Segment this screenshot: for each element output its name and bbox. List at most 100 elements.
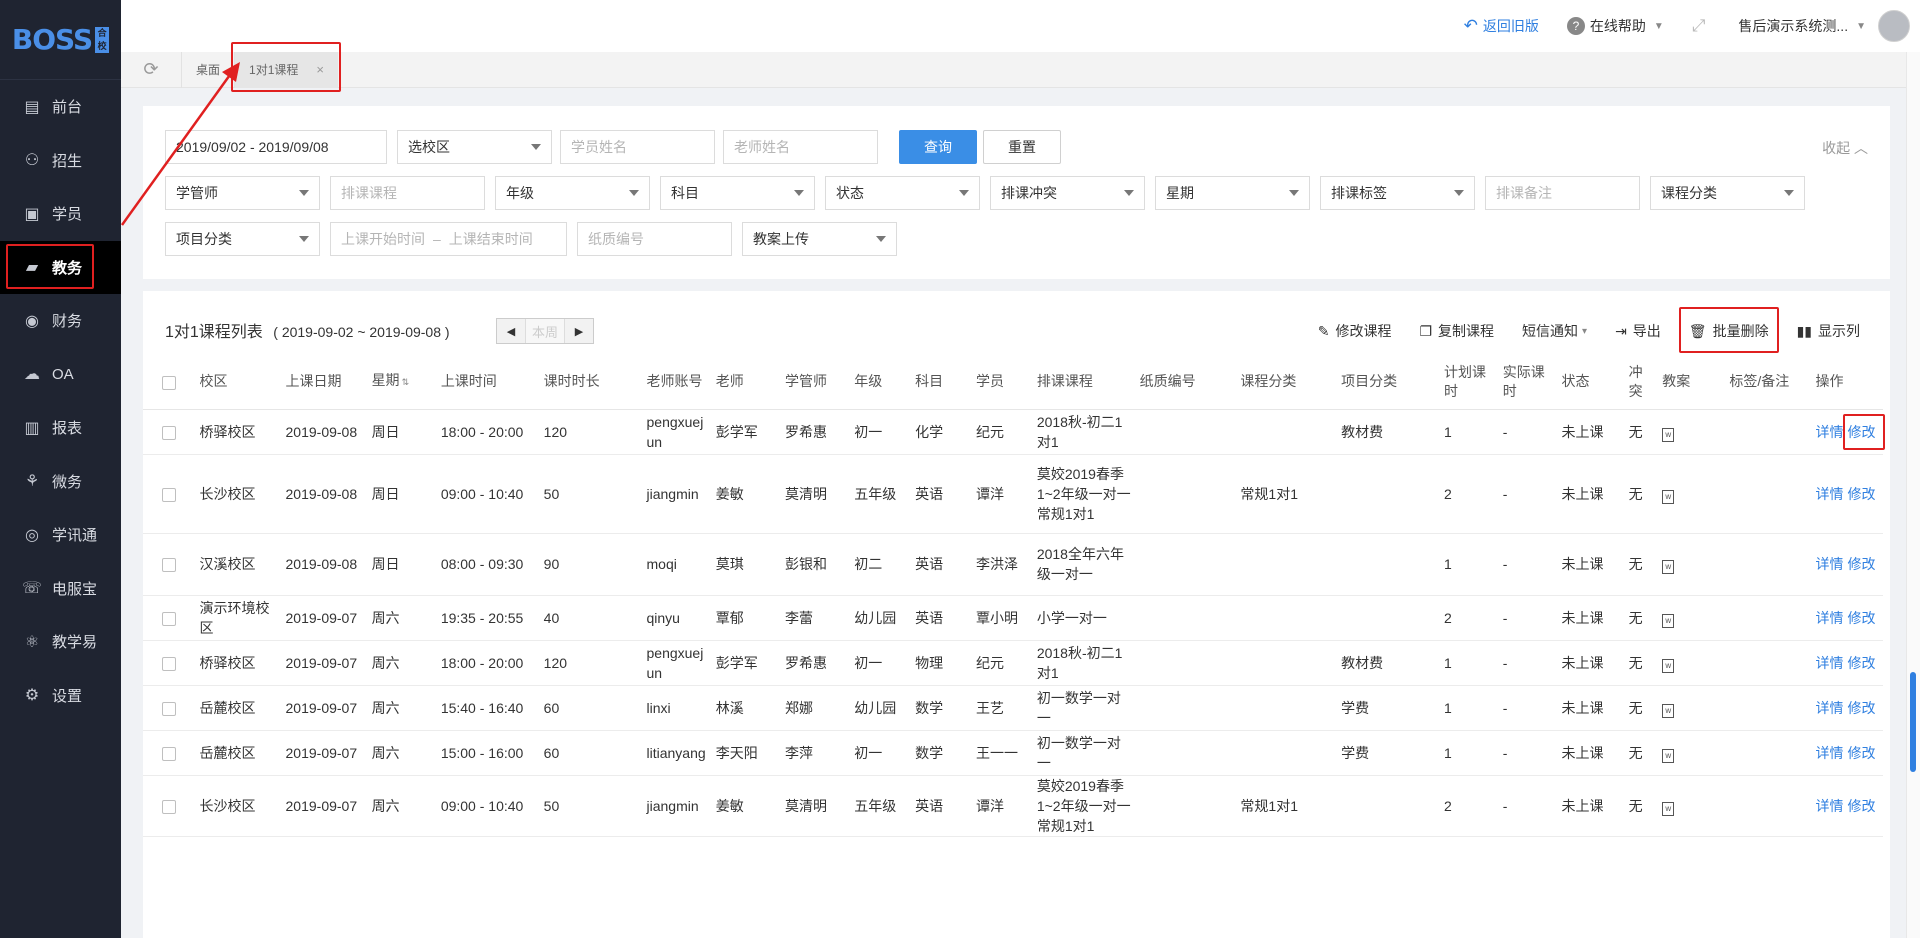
- document-icon[interactable]: w: [1662, 427, 1675, 442]
- row-checkbox[interactable]: [162, 611, 177, 626]
- sidebar-item-11[interactable]: ⚙ 设置: [0, 669, 121, 723]
- row-checkbox[interactable]: [162, 799, 177, 814]
- document-icon[interactable]: w: [1662, 748, 1675, 763]
- campus-select[interactable]: 选校区: [397, 130, 552, 164]
- edit-link[interactable]: 修改: [1847, 486, 1875, 502]
- document-icon[interactable]: w: [1662, 658, 1675, 673]
- fullscreen-button[interactable]: ⤢: [1692, 16, 1711, 36]
- export-button[interactable]: ⇥ 导出: [1615, 321, 1661, 341]
- prev-week-button[interactable]: ◀: [497, 319, 525, 343]
- edit-course-button[interactable]: ✎ 修改课程: [1318, 321, 1392, 341]
- batch-delete-button[interactable]: 🗑 批量删除: [1678, 307, 1779, 353]
- back-old-version-link[interactable]: ↶ 返回旧版: [1464, 16, 1539, 36]
- row-checkbox[interactable]: [162, 746, 177, 761]
- sidebar-item-4[interactable]: ◉ 财务: [0, 294, 121, 348]
- select-all-checkbox[interactable]: [162, 375, 177, 390]
- detail-link[interactable]: 详情: [1815, 486, 1843, 502]
- document-icon[interactable]: w: [1662, 489, 1675, 504]
- user-menu[interactable]: 售后演示系统测... ▼: [1738, 16, 1866, 36]
- sidebar-item-9[interactable]: ☏ 电服宝: [0, 562, 121, 616]
- sidebar-item-3[interactable]: ▰ 教务: [0, 240, 121, 294]
- show-columns-button[interactable]: ▮▮ 显示列: [1797, 321, 1860, 341]
- edit-link[interactable]: 修改: [1847, 655, 1875, 671]
- sidebar-item-8[interactable]: ◎ 学讯通: [0, 508, 121, 562]
- detail-link[interactable]: 详情: [1815, 610, 1843, 626]
- edit-link[interactable]: 修改: [1847, 424, 1875, 440]
- course-category-select[interactable]: 课程分类: [1650, 176, 1805, 210]
- detail-link[interactable]: 详情: [1815, 745, 1843, 761]
- chevron-down-icon: [794, 190, 804, 196]
- cell-plan: 1: [1439, 409, 1499, 455]
- sidebar-item-0[interactable]: ▤ 前台: [0, 80, 121, 134]
- document-icon[interactable]: w: [1662, 613, 1675, 628]
- cell-course: 初一数学一对一: [1032, 685, 1136, 731]
- tab-one-on-one-course[interactable]: 1对1课程 ×: [231, 41, 341, 92]
- time-range-input[interactable]: 上课开始时间 – 上课结束时间: [330, 222, 567, 256]
- sidebar-item-10[interactable]: ⚛ 教学易: [0, 615, 121, 669]
- row-checkbox[interactable]: [162, 487, 177, 502]
- row-checkbox[interactable]: [162, 425, 177, 440]
- grade-select[interactable]: 年级: [495, 176, 650, 210]
- page-scrollbar[interactable]: [1906, 52, 1920, 938]
- document-icon[interactable]: w: [1662, 801, 1675, 816]
- detail-link[interactable]: 详情: [1815, 424, 1843, 440]
- edit-link[interactable]: 修改: [1847, 556, 1875, 572]
- row-checkbox[interactable]: [162, 558, 177, 573]
- edit-link[interactable]: 修改: [1847, 700, 1875, 716]
- detail-link[interactable]: 详情: [1815, 798, 1843, 814]
- sort-icon[interactable]: ⇅: [402, 377, 410, 387]
- refresh-icon[interactable]: ⟳: [121, 59, 181, 80]
- scrollbar-thumb[interactable]: [1910, 672, 1916, 772]
- copy-course-button[interactable]: ❐ 复制课程: [1419, 321, 1494, 341]
- next-week-button[interactable]: ▶: [565, 319, 593, 343]
- student-name-input[interactable]: 学员姓名: [560, 130, 715, 164]
- date-range-input[interactable]: 2019/09/02 - 2019/09/08: [165, 130, 387, 164]
- reset-button[interactable]: 重置: [983, 130, 1061, 164]
- row-checkbox[interactable]: [162, 701, 177, 716]
- sidebar-item-6[interactable]: ▥ 报表: [0, 401, 121, 455]
- table-row[interactable]: 汉溪校区 2019-09-08 周日 08:00 - 09:30 90 moqi 莫琪 彭银和…: [143, 533, 1883, 596]
- manager-select[interactable]: 学管师: [165, 176, 320, 210]
- sidebar-item-7[interactable]: ⚘ 微务: [0, 455, 121, 509]
- app-logo[interactable]: BOSS 合 校: [0, 0, 121, 80]
- teacher-name-input[interactable]: 老师姓名: [723, 130, 878, 164]
- remark-input[interactable]: 排课备注: [1485, 176, 1640, 210]
- online-help-menu[interactable]: ? 在线帮助 ▼: [1566, 16, 1664, 36]
- avatar[interactable]: [1878, 10, 1910, 42]
- table-row[interactable]: 岳麓校区 2019-09-07 周六 15:00 - 16:00 60 litianyan…: [143, 730, 1883, 776]
- column-header[interactable]: 星期 ⇅: [367, 355, 437, 410]
- sidebar-item-2[interactable]: ▣ 学员: [0, 187, 121, 241]
- subject-select[interactable]: 科目: [660, 176, 815, 210]
- tab-desktop[interactable]: 桌面: [181, 51, 234, 88]
- document-icon[interactable]: w: [1662, 560, 1675, 574]
- course-input[interactable]: 排课课程: [330, 176, 485, 210]
- detail-link[interactable]: 详情: [1815, 700, 1843, 716]
- conflict-select[interactable]: 排课冲突: [990, 176, 1145, 210]
- sidebar-item-1[interactable]: ⚇ 招生: [0, 134, 121, 188]
- document-icon[interactable]: w: [1662, 703, 1675, 718]
- detail-link[interactable]: 详情: [1815, 556, 1843, 572]
- table-row[interactable]: 桥驿校区 2019-09-08 周日 18:00 - 20:00 120 pengxuej…: [143, 409, 1883, 455]
- edit-link[interactable]: 修改: [1847, 610, 1875, 626]
- paper-number-input[interactable]: 纸质编号: [577, 222, 732, 256]
- table-row[interactable]: 岳麓校区 2019-09-07 周六 15:40 - 16:40 60 linxi 林溪 郑娜…: [143, 685, 1883, 731]
- project-category-select[interactable]: 项目分类: [165, 222, 320, 256]
- table-row[interactable]: 长沙校区 2019-09-08 周日 09:00 - 10:40 50 jiangmin 姜…: [143, 454, 1883, 534]
- this-week-button[interactable]: 本周: [525, 319, 565, 343]
- plan-upload-select[interactable]: 教案上传: [742, 222, 897, 256]
- row-checkbox[interactable]: [162, 656, 177, 671]
- sidebar-item-5[interactable]: ☁ OA: [0, 348, 121, 402]
- status-select[interactable]: 状态: [825, 176, 980, 210]
- collapse-toggle[interactable]: 收起 ︿: [1822, 138, 1868, 158]
- edit-link[interactable]: 修改: [1847, 745, 1875, 761]
- panel-date-range: ( 2019-09-02 ~ 2019-09-08 ): [273, 324, 450, 340]
- table-row[interactable]: 长沙校区 2019-09-07 周六 09:00 - 10:40 50 jiangmin 姜…: [143, 775, 1883, 837]
- weekday-select[interactable]: 星期: [1155, 176, 1310, 210]
- query-button[interactable]: 查询: [899, 130, 977, 164]
- edit-link[interactable]: 修改: [1847, 798, 1875, 814]
- detail-link[interactable]: 详情: [1815, 655, 1843, 671]
- table-row[interactable]: 演示环境校区 2019-09-07 周六 19:35 - 20:55 40 qinyu 覃郁…: [143, 595, 1883, 641]
- sms-notify-menu[interactable]: 短信通知 ▾: [1522, 321, 1587, 341]
- table-row[interactable]: 桥驿校区 2019-09-07 周六 18:00 - 20:00 120 pengxuej…: [143, 640, 1883, 686]
- tag-select[interactable]: 排课标签: [1320, 176, 1475, 210]
